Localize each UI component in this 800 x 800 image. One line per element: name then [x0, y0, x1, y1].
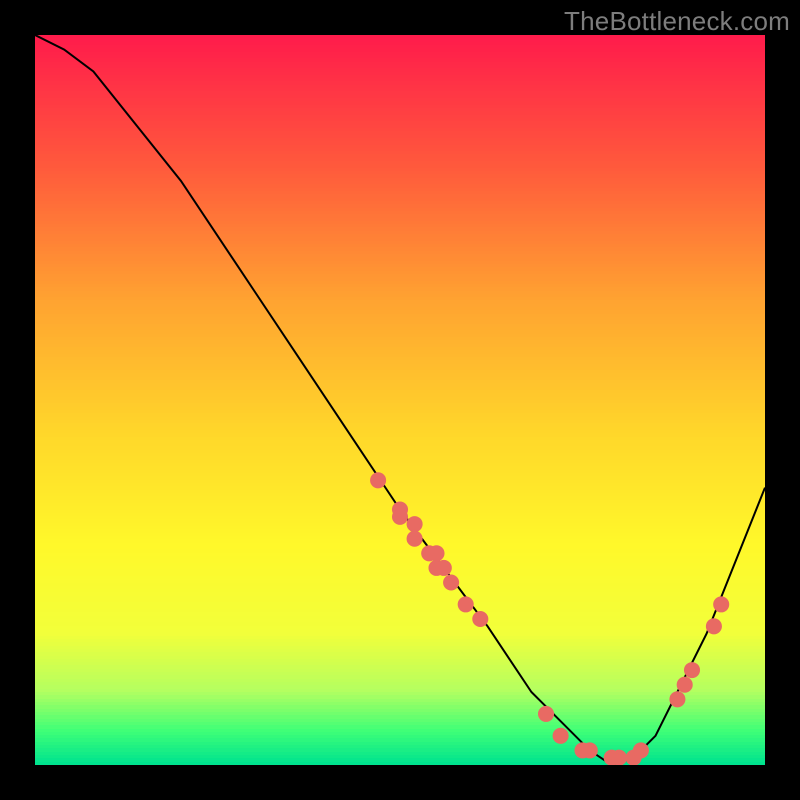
data-point	[407, 531, 423, 547]
data-point	[458, 596, 474, 612]
bottleneck-curve	[35, 35, 765, 765]
curve-dots	[370, 472, 729, 765]
data-point	[611, 750, 627, 765]
data-point	[443, 574, 459, 590]
data-point	[428, 545, 444, 561]
chart-stage: TheBottleneck.com	[0, 0, 800, 800]
data-point	[553, 728, 569, 744]
data-point	[370, 472, 386, 488]
data-point	[436, 560, 452, 576]
data-point	[582, 742, 598, 758]
data-point	[392, 509, 408, 525]
data-point	[407, 516, 423, 532]
data-point	[669, 691, 685, 707]
plot-area	[35, 35, 765, 765]
data-point	[677, 677, 693, 693]
data-point	[706, 618, 722, 634]
attribution-label: TheBottleneck.com	[564, 6, 790, 37]
data-point	[713, 596, 729, 612]
data-point	[633, 742, 649, 758]
data-point	[472, 611, 488, 627]
data-point	[684, 662, 700, 678]
curve-path	[35, 35, 765, 765]
data-point	[538, 706, 554, 722]
